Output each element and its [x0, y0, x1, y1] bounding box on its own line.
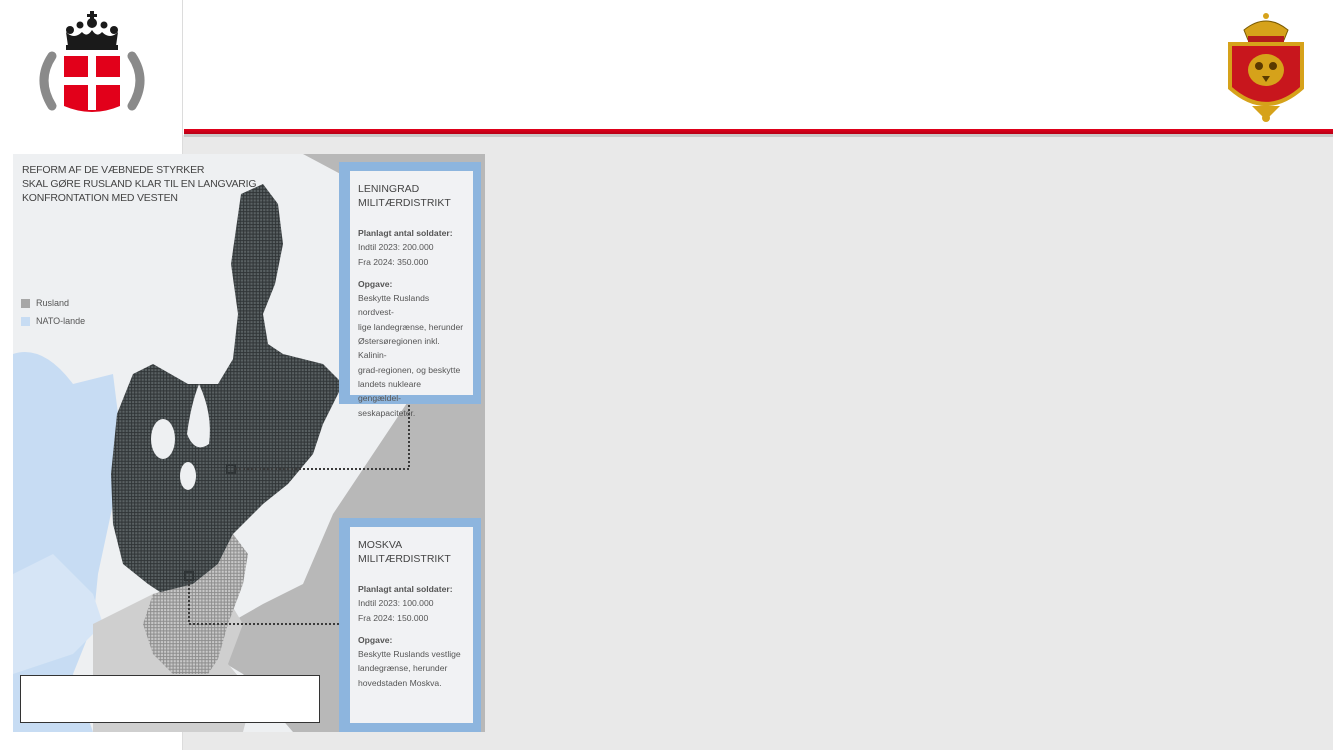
map-title: REFORM AF DE VÆBNEDE STYRKER SKAL GØRE R…	[22, 163, 262, 205]
task-line: landegrænse, herunder	[358, 663, 448, 674]
task-heading: Opgave:	[358, 634, 393, 645]
soldiers-line: Fra 2024: 150.000	[358, 612, 429, 623]
district-title-line: MOSKVA	[358, 539, 403, 551]
map-legend: Rusland NATO-lande	[21, 294, 85, 330]
legend-swatch	[21, 316, 30, 326]
legend-item-nato: NATO-lande	[21, 312, 85, 330]
task-line: seskapaciteter.	[358, 407, 416, 418]
task-line: lige landegrænse, herunder	[358, 321, 464, 332]
soldiers-line: Fra 2024: 350.000	[358, 256, 429, 267]
district-card-body: LENINGRAD MILITÆRDISTRIKT Planlagt antal…	[350, 171, 473, 418]
map-infographic: REFORM AF DE VÆBNEDE STYRKER SKAL GØRE R…	[13, 154, 485, 732]
soldiers-line: Indtil 2023: 100.000	[358, 598, 434, 609]
district-title-line: MILITÆRDISTRIKT	[358, 196, 451, 209]
caption-textbox[interactable]	[20, 675, 320, 723]
task-line: Østersøregionen inkl. Kalinin-	[358, 336, 440, 361]
soldiers-heading: Planlagt antal soldater:	[358, 228, 453, 238]
defence-emblem-icon	[39, 11, 145, 112]
legend-item-russia: Rusland	[21, 294, 85, 312]
map-title-line: REFORM AF DE VÆBNEDE STYRKER	[22, 164, 205, 176]
header-rule-shadow	[184, 134, 1333, 137]
task-line: landets nukleare gengældel-	[358, 378, 422, 404]
district-title: MOSKVA MILITÆRDISTRIKT	[358, 539, 465, 566]
task-line: Beskytte Ruslands nordvest-	[358, 293, 430, 318]
district-title-line: MILITÆRDISTRIKT	[358, 552, 451, 565]
soldiers-line: Indtil 2023: 200.000	[358, 242, 434, 253]
task-line: Beskytte Ruslands vestlige	[358, 649, 461, 660]
soldiers-heading: Planlagt antal soldater:	[358, 584, 453, 594]
task-line: hovedstaden Moskva.	[358, 677, 442, 688]
district-title-line: LENINGRAD	[358, 183, 420, 195]
leningrad-district-card: LENINGRAD MILITÆRDISTRIKT Planlagt antal…	[339, 162, 481, 418]
map-title-line: KONFRONTATION MED VESTEN	[22, 192, 178, 204]
map-title-line: SKAL GØRE RUSLAND KLAR TIL EN LANGVARIG	[22, 178, 257, 190]
district-title: LENINGRAD MILITÆRDISTRIKT	[358, 183, 465, 210]
legend-label: Rusland	[36, 298, 70, 308]
intelligence-crest-icon	[1228, 13, 1304, 122]
task-heading: Opgave:	[358, 278, 393, 289]
legend-swatch	[21, 298, 30, 308]
district-card-body: MOSKVA MILITÆRDISTRIKT Planlagt antal so…	[350, 527, 473, 723]
moscow-district-card: MOSKVA MILITÆRDISTRIKT Planlagt antal so…	[339, 518, 481, 732]
header-bar	[0, 0, 1333, 135]
legend-label: NATO-lande	[36, 316, 86, 326]
task-line: grad-regionen, og beskytte	[358, 364, 461, 375]
